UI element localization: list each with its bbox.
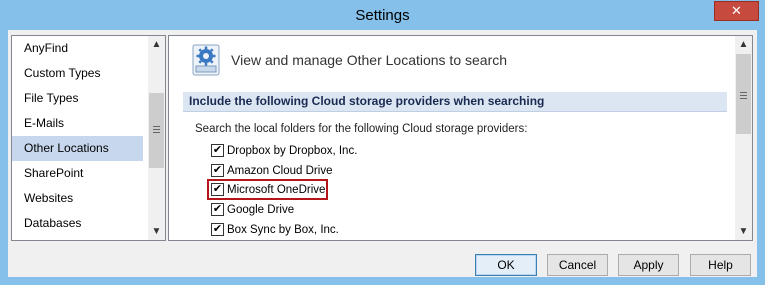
grip-line bbox=[153, 129, 160, 130]
option-label[interactable]: Dropbox by Dropbox, Inc. bbox=[227, 143, 357, 159]
option-label[interactable]: Google Drive bbox=[227, 202, 294, 218]
help-button[interactable]: Help bbox=[690, 254, 751, 276]
scroll-up-icon[interactable]: ▲ bbox=[735, 36, 752, 53]
option-label[interactable]: Amazon Cloud Drive bbox=[227, 163, 332, 179]
intro-text: Search the local folders for the followi… bbox=[195, 123, 528, 135]
section-header: Include the following Cloud storage prov… bbox=[183, 92, 727, 112]
grip-line bbox=[153, 126, 160, 127]
checkbox-box-sync[interactable]: ✔ bbox=[211, 223, 224, 236]
nav-item-other-locations[interactable]: Other Locations bbox=[12, 136, 143, 161]
panel-heading: View and manage Other Locations to searc… bbox=[231, 52, 508, 68]
nav-item-databases[interactable]: Databases bbox=[12, 211, 143, 236]
cancel-button[interactable]: Cancel bbox=[547, 254, 608, 276]
close-button[interactable]: ✕ bbox=[714, 1, 759, 21]
grip-line bbox=[153, 132, 160, 133]
nav-item-sharepoint[interactable]: SharePoint bbox=[12, 161, 143, 186]
nav-item-e-mails[interactable]: E-Mails bbox=[12, 111, 143, 136]
gear-settings-icon bbox=[192, 44, 220, 76]
settings-window: Settings ✕ AnyFind Custom Types File Typ… bbox=[0, 0, 765, 285]
category-list[interactable]: AnyFind Custom Types File Types E-Mails … bbox=[11, 35, 166, 241]
scroll-down-icon[interactable]: ▼ bbox=[148, 223, 165, 240]
nav-item-file-types[interactable]: File Types bbox=[12, 86, 143, 111]
settings-panel: View and manage Other Locations to searc… bbox=[168, 35, 753, 241]
category-items: AnyFind Custom Types File Types E-Mails … bbox=[12, 36, 143, 236]
option-label[interactable]: Box Sync by Box, Inc. bbox=[227, 222, 339, 238]
ok-button[interactable]: OK bbox=[475, 254, 537, 276]
scroll-down-icon[interactable]: ▼ bbox=[735, 223, 752, 240]
dialog-body: AnyFind Custom Types File Types E-Mails … bbox=[8, 30, 757, 277]
highlight-box bbox=[207, 179, 328, 200]
category-scrollbar[interactable]: ▲ ▼ bbox=[148, 36, 165, 240]
nav-item-anyfind[interactable]: AnyFind bbox=[12, 36, 143, 61]
scroll-thumb[interactable] bbox=[149, 93, 164, 168]
scroll-thumb[interactable] bbox=[736, 54, 751, 134]
scroll-up-icon[interactable]: ▲ bbox=[148, 36, 165, 53]
panel-scrollbar[interactable]: ▲ ▼ bbox=[735, 36, 752, 240]
checkbox-dropbox[interactable]: ✔ bbox=[211, 144, 224, 157]
window-title: Settings bbox=[355, 7, 410, 24]
checkbox-google-drive[interactable]: ✔ bbox=[211, 203, 224, 216]
nav-item-custom-types[interactable]: Custom Types bbox=[12, 61, 143, 86]
grip-line bbox=[740, 95, 747, 96]
apply-button[interactable]: Apply bbox=[618, 254, 679, 276]
grip-line bbox=[740, 98, 747, 99]
section-title: Include the following Cloud storage prov… bbox=[189, 94, 545, 108]
checkbox-amazon-cloud-drive[interactable]: ✔ bbox=[211, 164, 224, 177]
nav-item-websites[interactable]: Websites bbox=[12, 186, 143, 211]
grip-line bbox=[740, 92, 747, 93]
title-bar[interactable]: Settings ✕ bbox=[0, 0, 765, 30]
